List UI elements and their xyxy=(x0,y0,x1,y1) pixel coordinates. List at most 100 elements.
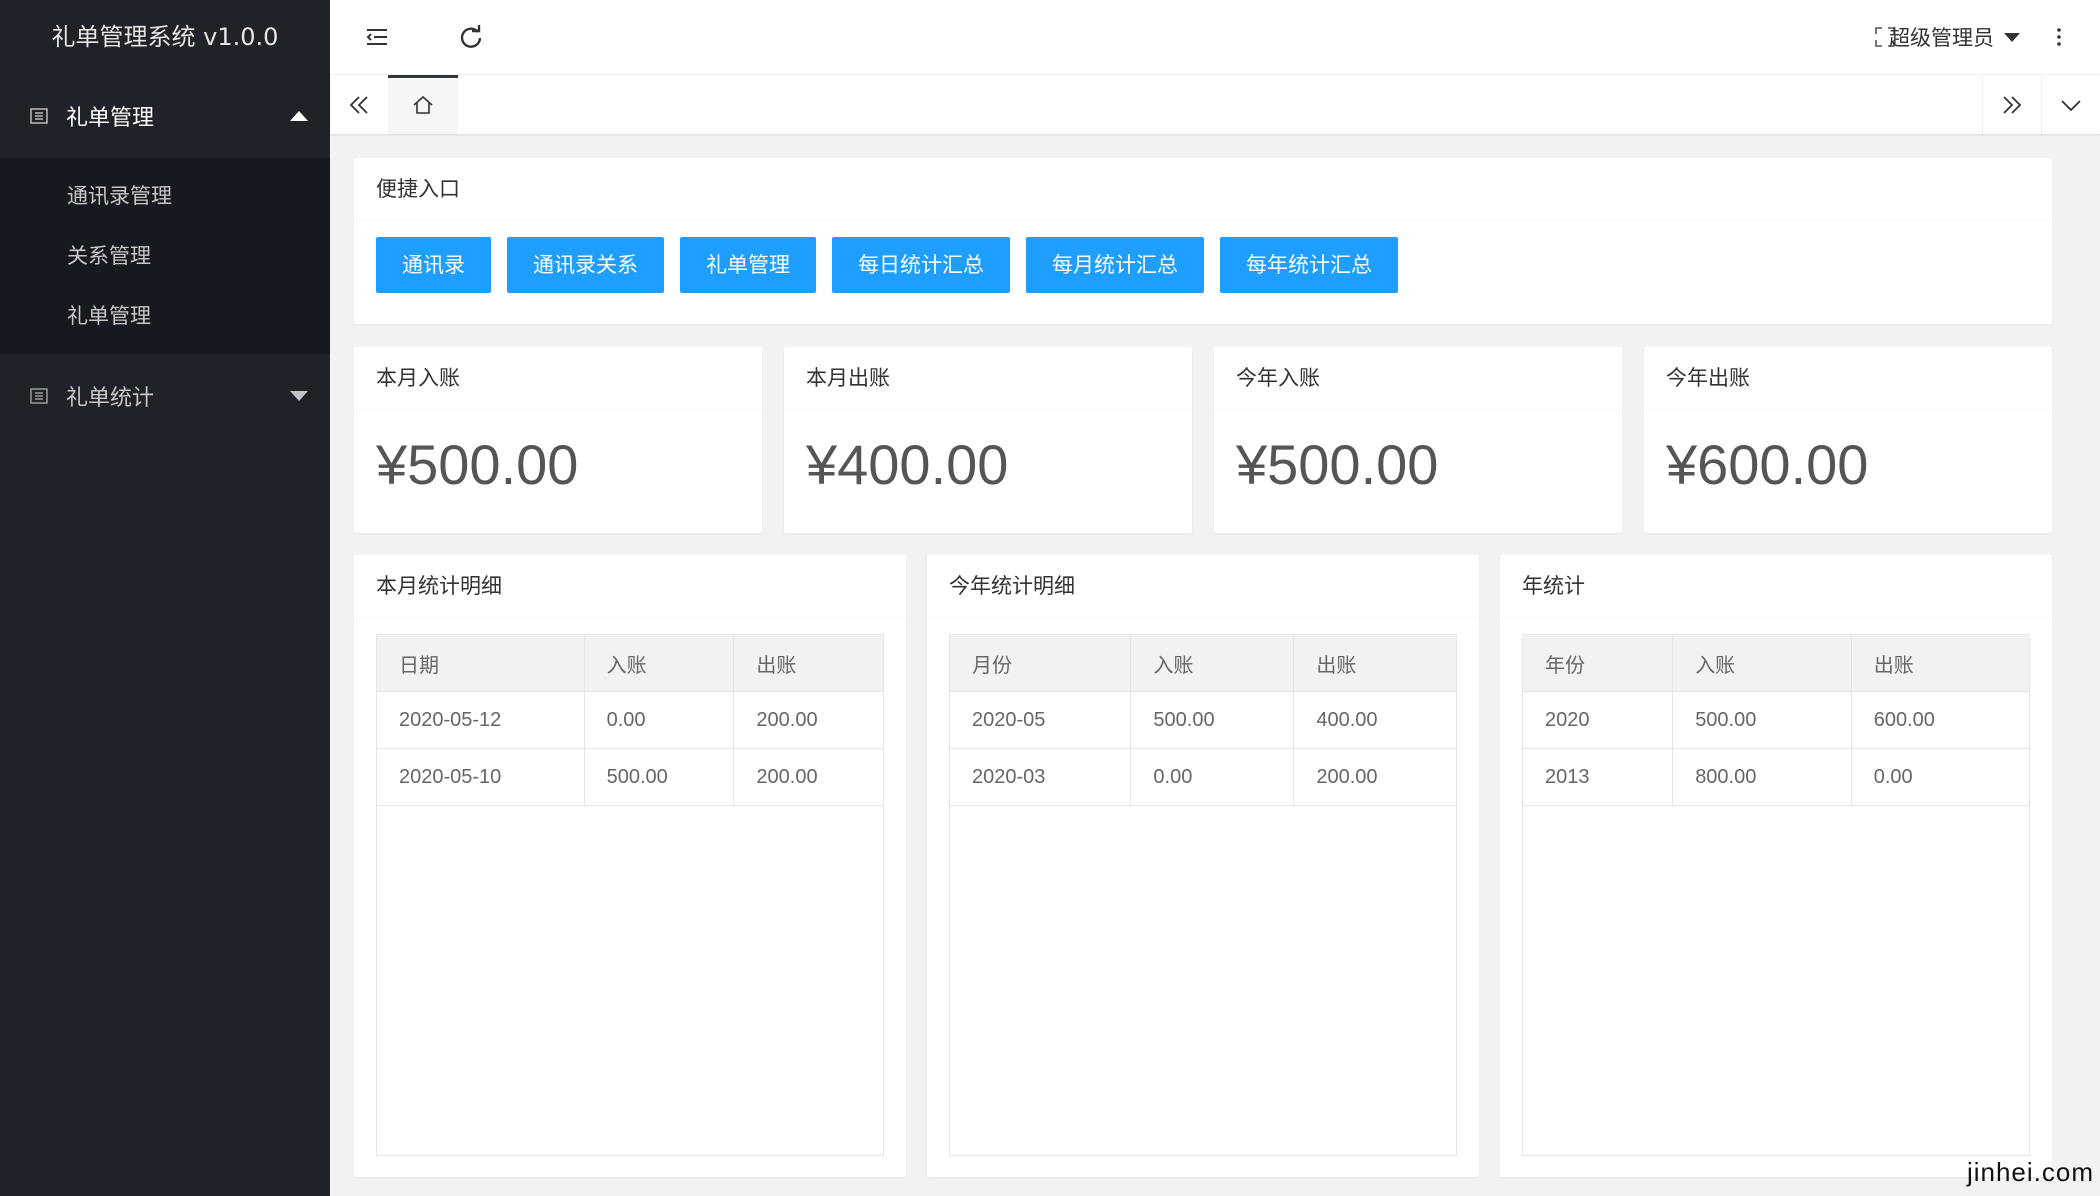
menu-head-gift-stats[interactable]: 礼单统计 xyxy=(0,354,330,438)
table-cell: 2020-05-12 xyxy=(377,691,585,749)
menu-group-gift-management: 礼单管理 通讯录管理 关系管理 礼单管理 xyxy=(0,74,330,354)
quick-access-buttons: 通讯录 通讯录关系 礼单管理 每日统计汇总 每月统计汇总 每年统计汇总 xyxy=(354,221,2052,309)
stat-value: ¥400.00 xyxy=(806,433,1009,496)
table-header-row: 年份 入账 出账 xyxy=(1523,635,2029,692)
watermark: jinhei.com xyxy=(1966,1157,2094,1187)
stat-label: 今年出账 xyxy=(1644,347,2052,410)
quick-monthly-summary-button[interactable]: 每月统计汇总 xyxy=(1026,237,1204,293)
tabs-scroll-right-button[interactable] xyxy=(1982,75,2041,134)
column-header: 日期 xyxy=(377,635,585,692)
table-cell: 0.00 xyxy=(1851,748,2029,806)
caret-down-icon xyxy=(290,391,308,401)
more-vertical-icon xyxy=(2057,28,2061,46)
table-cell: 200.00 xyxy=(1293,748,1456,806)
sidebar-item-contacts[interactable]: 通讯录管理 xyxy=(0,166,330,226)
stat-card-month-income: 本月入账 ¥500.00 xyxy=(354,347,762,533)
menu-group-gift-stats: 礼单统计 xyxy=(0,354,330,438)
table-row: 2020-05-12 0.00 200.00 xyxy=(377,691,883,749)
table-cell: 2020-05 xyxy=(950,691,1132,749)
year-detail-table: 月份 入账 出账 2020-05 500.00 400.00 2020-03 0… xyxy=(949,634,1457,1156)
sidebar-item-relations[interactable]: 关系管理 xyxy=(0,226,330,286)
table-title: 本月统计明细 xyxy=(354,555,906,618)
more-button[interactable] xyxy=(2024,0,2094,74)
menu-fold-icon xyxy=(366,29,387,45)
stat-label: 本月入账 xyxy=(354,347,762,410)
annual-stats-table: 年份 入账 出账 2020 500.00 600.00 2013 800.00 xyxy=(1522,634,2030,1156)
stat-card-year-income: 今年入账 ¥500.00 xyxy=(1214,347,1622,533)
quick-access-title: 便捷入口 xyxy=(354,158,2052,221)
table-row: 2020-05-10 500.00 200.00 xyxy=(377,748,883,806)
column-header: 出账 xyxy=(1851,635,2029,692)
table-row: 2020-05 500.00 400.00 xyxy=(950,691,1456,749)
table-cell: 600.00 xyxy=(1851,691,2029,749)
quick-gifts-button[interactable]: 礼单管理 xyxy=(680,237,816,293)
table-row: 2020 500.00 600.00 xyxy=(1523,691,2029,749)
caret-down-icon xyxy=(2004,32,2020,42)
caret-up-icon xyxy=(290,111,308,121)
table-cell: 800.00 xyxy=(1672,748,1852,806)
table-cell: 500.00 xyxy=(1672,691,1852,749)
sidebar-item-gifts[interactable]: 礼单管理 xyxy=(0,286,330,346)
table-cell: 200.00 xyxy=(733,748,883,806)
table-cell: 0.00 xyxy=(1130,748,1295,806)
column-header: 入账 xyxy=(1672,635,1852,692)
month-detail-table: 日期 入账 出账 2020-05-12 0.00 200.00 2020-05-… xyxy=(376,634,884,1156)
year-detail-card: 今年统计明细 月份 入账 出账 2020-05 500.00 400.00 20… xyxy=(927,555,1479,1177)
menu-label: 礼单管理 xyxy=(66,106,155,131)
column-header: 出账 xyxy=(1293,635,1456,692)
table-cell: 2020-05-10 xyxy=(377,748,585,806)
app-title: 礼单管理系统 v1.0.0 xyxy=(0,0,330,74)
quick-yearly-summary-button[interactable]: 每年统计汇总 xyxy=(1220,237,1398,293)
user-name: 超级管理员 xyxy=(1889,26,1994,50)
table-cell: 500.00 xyxy=(584,748,735,806)
menu-head-gift-management[interactable]: 礼单管理 xyxy=(0,74,330,158)
quick-contacts-button[interactable]: 通讯录 xyxy=(376,237,491,293)
table-row: 2013 800.00 0.00 xyxy=(1523,748,2029,806)
tabs-menu-button[interactable] xyxy=(2041,75,2100,134)
table-title: 年统计 xyxy=(1500,555,2052,618)
refresh-icon xyxy=(460,25,482,48)
column-header: 入账 xyxy=(1130,635,1295,692)
quick-access-card: 便捷入口 通讯录 通讯录关系 礼单管理 每日统计汇总 每月统计汇总 每年统计汇总 xyxy=(354,158,2052,324)
table-cell: 400.00 xyxy=(1293,691,1456,749)
table-header-row: 月份 入账 出账 xyxy=(950,635,1456,692)
list-icon xyxy=(30,107,48,125)
annual-stats-card: 年统计 年份 入账 出账 2020 500.00 600.00 2013 800… xyxy=(1500,555,2052,1177)
stat-value: ¥500.00 xyxy=(376,433,579,496)
stat-card-month-expense: 本月出账 ¥400.00 xyxy=(784,347,1192,533)
table-cell: 200.00 xyxy=(733,691,883,749)
column-header: 入账 xyxy=(584,635,735,692)
sidebar: 礼单管理系统 v1.0.0 礼单管理 通讯录管理 关系管理 礼单管理 礼单统计 xyxy=(0,0,330,1196)
tables-row: 本月统计明细 日期 入账 出账 2020-05-12 0.00 200.00 2… xyxy=(354,555,2052,1177)
list-icon xyxy=(30,387,48,405)
stat-value: ¥500.00 xyxy=(1236,433,1439,496)
tab-home[interactable] xyxy=(388,75,458,134)
tabs-scroll-left-button[interactable] xyxy=(330,75,389,134)
table-row: 2020-03 0.00 200.00 xyxy=(950,748,1456,806)
stat-value: ¥600.00 xyxy=(1666,433,1869,496)
home-icon xyxy=(413,95,433,114)
column-header: 年份 xyxy=(1523,635,1674,692)
table-cell: 0.00 xyxy=(584,691,735,749)
toggle-sidebar-button[interactable] xyxy=(342,0,412,74)
chevron-down-icon xyxy=(2061,99,2081,111)
double-chevron-left-icon xyxy=(349,95,368,114)
month-detail-card: 本月统计明细 日期 入账 出账 2020-05-12 0.00 200.00 2… xyxy=(354,555,906,1177)
column-header: 出账 xyxy=(733,635,883,692)
stat-card-year-expense: 今年出账 ¥600.00 xyxy=(1644,347,2052,533)
quick-daily-summary-button[interactable]: 每日统计汇总 xyxy=(832,237,1010,293)
stat-label: 本月出账 xyxy=(784,347,1192,410)
tabs-bar xyxy=(330,75,2100,134)
stat-label: 今年入账 xyxy=(1214,347,1622,410)
table-cell: 2020-03 xyxy=(950,748,1132,806)
stats-row: 本月入账 ¥500.00 本月出账 ¥400.00 今年入账 ¥500.00 今… xyxy=(354,347,2052,533)
quick-relations-button[interactable]: 通讯录关系 xyxy=(507,237,664,293)
table-cell: 2013 xyxy=(1523,748,1674,806)
column-header: 月份 xyxy=(950,635,1132,692)
topbar: 超级管理员 xyxy=(330,0,2100,75)
refresh-button[interactable] xyxy=(436,0,506,74)
table-title: 今年统计明细 xyxy=(927,555,1479,618)
user-menu[interactable]: 超级管理员 xyxy=(1889,0,2020,74)
menu-label: 礼单统计 xyxy=(66,386,155,411)
main-content: 便捷入口 通讯录 通讯录关系 礼单管理 每日统计汇总 每月统计汇总 每年统计汇总… xyxy=(354,158,2052,1177)
